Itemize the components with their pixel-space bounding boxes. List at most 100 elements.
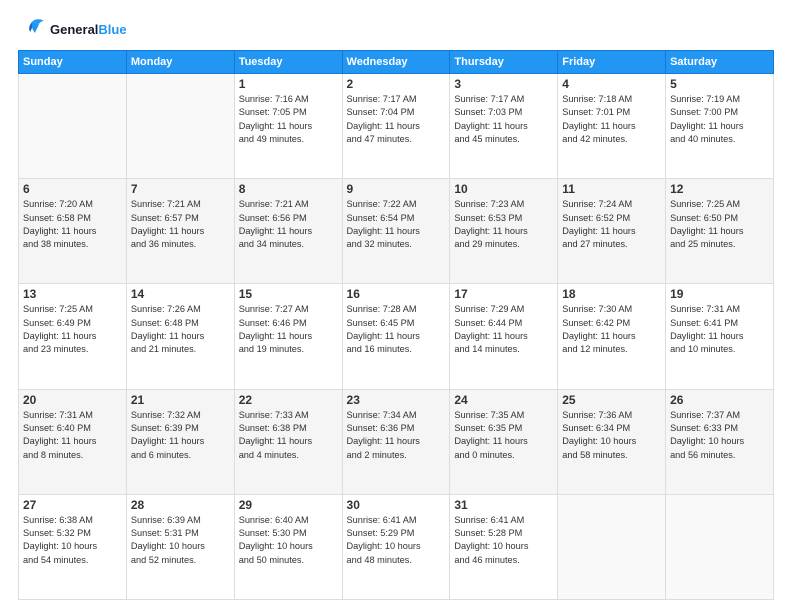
day-info-line: Daylight: 11 hours bbox=[347, 121, 420, 131]
calendar-cell: 16Sunrise: 7:28 AMSunset: 6:45 PMDayligh… bbox=[342, 284, 450, 389]
day-info: Sunrise: 7:32 AMSunset: 6:39 PMDaylight:… bbox=[131, 409, 230, 462]
day-info-line: Daylight: 11 hours bbox=[347, 436, 420, 446]
day-info-line: Daylight: 11 hours bbox=[670, 226, 743, 236]
day-number: 5 bbox=[670, 77, 769, 91]
day-info-line: Daylight: 10 hours bbox=[562, 436, 636, 446]
day-info-line: Daylight: 11 hours bbox=[347, 226, 420, 236]
day-number: 20 bbox=[23, 393, 122, 407]
calendar-cell: 24Sunrise: 7:35 AMSunset: 6:35 PMDayligh… bbox=[450, 389, 558, 494]
day-info-line: Sunrise: 7:25 AM bbox=[23, 304, 93, 314]
day-info: Sunrise: 7:18 AMSunset: 7:01 PMDaylight:… bbox=[562, 93, 661, 146]
day-info-line: and 32 minutes. bbox=[347, 239, 412, 249]
day-number: 18 bbox=[562, 287, 661, 301]
weekday-header: Thursday bbox=[450, 51, 558, 74]
calendar-cell: 9Sunrise: 7:22 AMSunset: 6:54 PMDaylight… bbox=[342, 179, 450, 284]
day-info-line: Sunrise: 7:34 AM bbox=[347, 410, 417, 420]
day-info-line: Sunset: 6:44 PM bbox=[454, 318, 522, 328]
day-info: Sunrise: 7:37 AM Sunset: 6:33 PM Daylight:… bbox=[670, 409, 769, 462]
calendar-cell: 7Sunrise: 7:21 AMSunset: 6:57 PMDaylight… bbox=[126, 179, 234, 284]
day-info-line: and 50 minutes. bbox=[239, 555, 304, 565]
day-info: Sunrise: 7:30 AMSunset: 6:42 PMDaylight:… bbox=[562, 303, 661, 356]
day-info-line: Sunrise: 7:20 AM bbox=[23, 199, 93, 209]
day-info-line: and 42 minutes. bbox=[562, 134, 627, 144]
day-info-line: Daylight: 11 hours bbox=[347, 331, 420, 341]
day-info: Sunrise: 7:35 AMSunset: 6:35 PMDaylight:… bbox=[454, 409, 553, 462]
calendar-week-row: 6Sunrise: 7:20 AMSunset: 6:58 PMDaylight… bbox=[19, 179, 774, 284]
calendar-week-row: 27Sunrise: 6:38 AMSunset: 5:32 PMDayligh… bbox=[19, 494, 774, 599]
day-info-line: Daylight: 11 hours bbox=[131, 226, 204, 236]
day-info-line: and 25 minutes. bbox=[670, 239, 735, 249]
day-info: Sunrise: 7:17 AMSunset: 7:04 PMDaylight:… bbox=[347, 93, 446, 146]
day-info-line: Sunrise: 7:23 AM bbox=[454, 199, 524, 209]
day-info-line: Sunrise: 7:33 AM bbox=[239, 410, 309, 420]
day-info-line: Sunset: 6:42 PM bbox=[562, 318, 630, 328]
day-info-line: Sunset: 6:50 PM bbox=[670, 213, 738, 223]
day-info-line: Sunset: 6:36 PM bbox=[347, 423, 415, 433]
day-info-line: Daylight: 11 hours bbox=[670, 121, 743, 131]
calendar-cell: 10Sunrise: 7:23 AMSunset: 6:53 PMDayligh… bbox=[450, 179, 558, 284]
calendar-cell: 20 Sunrise: 7:31 AMSunset: 6:40 PMDayligh… bbox=[19, 389, 127, 494]
weekday-header: Sunday bbox=[19, 51, 127, 74]
day-info-line: Sunset: 7:03 PM bbox=[454, 107, 522, 117]
day-number: 12 bbox=[670, 182, 769, 196]
day-info-line: and 48 minutes. bbox=[347, 555, 412, 565]
logo-icon bbox=[18, 18, 46, 40]
day-info: Sunrise: 6:38 AMSunset: 5:32 PMDaylight:… bbox=[23, 514, 122, 567]
day-info-line: Sunrise: 7:35 AM bbox=[454, 410, 524, 420]
day-info-line: Sunset: 5:29 PM bbox=[347, 528, 415, 538]
day-info-line: Daylight: 10 hours bbox=[347, 541, 421, 551]
day-info-line: Daylight: 11 hours bbox=[562, 121, 635, 131]
calendar-cell bbox=[558, 494, 666, 599]
day-info-line: Sunrise: 7:24 AM bbox=[562, 199, 632, 209]
day-info-line: and 4 minutes. bbox=[239, 450, 299, 460]
day-info-line: and 16 minutes. bbox=[347, 344, 412, 354]
day-info: Sunrise: 7:16 AMSunset: 7:05 PMDaylight:… bbox=[239, 93, 338, 146]
day-info-line: Sunrise: 7:21 AM bbox=[239, 199, 309, 209]
calendar-cell: 19Sunrise: 7:31 AMSunset: 6:41 PMDayligh… bbox=[666, 284, 774, 389]
calendar-cell: 5Sunrise: 7:19 AMSunset: 7:00 PMDaylight… bbox=[666, 74, 774, 179]
day-number: 6 bbox=[23, 182, 122, 196]
day-info-line: Sunrise: 6:40 AM bbox=[239, 515, 309, 525]
day-info-line: and 45 minutes. bbox=[454, 134, 519, 144]
calendar-cell: 23Sunrise: 7:34 AMSunset: 6:36 PMDayligh… bbox=[342, 389, 450, 494]
day-info-line: Daylight: 11 hours bbox=[131, 436, 204, 446]
day-info: Sunrise: 7:23 AM Sunset: 6:53 PM Daylight:… bbox=[454, 198, 553, 251]
calendar-week-row: 1Sunrise: 7:16 AMSunset: 7:05 PMDaylight… bbox=[19, 74, 774, 179]
day-info-line: and 0 minutes. bbox=[454, 450, 514, 460]
day-info-line: Sunset: 6:33 PM bbox=[670, 423, 738, 433]
calendar-cell: 15Sunrise: 7:27 AMSunset: 6:46 PMDayligh… bbox=[234, 284, 342, 389]
day-number: 29 bbox=[239, 498, 338, 512]
day-info-line: and 27 minutes. bbox=[562, 239, 627, 249]
day-info-line: Sunrise: 6:39 AM bbox=[131, 515, 201, 525]
day-info-line: and 6 minutes. bbox=[131, 450, 191, 460]
day-info-line: Sunset: 5:31 PM bbox=[131, 528, 199, 538]
weekday-header: Wednesday bbox=[342, 51, 450, 74]
day-info-line: and 8 minutes. bbox=[23, 450, 83, 460]
calendar-cell: 26 Sunrise: 7:37 AM Sunset: 6:33 PM Dayligh… bbox=[666, 389, 774, 494]
day-info-line: Daylight: 11 hours bbox=[454, 226, 527, 236]
day-info-line: Daylight: 11 hours bbox=[562, 331, 635, 341]
calendar-cell: 12Sunrise: 7:25 AMSunset: 6:50 PMDayligh… bbox=[666, 179, 774, 284]
day-number: 25 bbox=[562, 393, 661, 407]
day-info-line: and 14 minutes. bbox=[454, 344, 519, 354]
day-info: Sunrise: 6:40 AMSunset: 5:30 PMDaylight:… bbox=[239, 514, 338, 567]
day-info-line: Sunrise: 7:26 AM bbox=[131, 304, 201, 314]
day-info-line: Sunrise: 7:17 AM bbox=[454, 94, 524, 104]
weekday-header-row: SundayMondayTuesdayWednesdayThursdayFrid… bbox=[19, 51, 774, 74]
day-info-line: Sunrise: 6:41 AM bbox=[347, 515, 417, 525]
day-info-line: Sunrise: 6:38 AM bbox=[23, 515, 93, 525]
day-info-line: Sunrise: 7:32 AM bbox=[131, 410, 201, 420]
day-info: Sunrise: 6:41 AMSunset: 5:28 PMDaylight:… bbox=[454, 514, 553, 567]
day-info-line: Daylight: 11 hours bbox=[239, 226, 312, 236]
day-info-line: Daylight: 11 hours bbox=[131, 331, 204, 341]
day-info-line: and 49 minutes. bbox=[239, 134, 304, 144]
day-info-line: Sunrise: 7:37 AM bbox=[670, 410, 740, 420]
day-number: 26 bbox=[670, 393, 769, 407]
day-info-line: Daylight: 10 hours bbox=[670, 436, 744, 446]
calendar-cell: 22Sunrise: 7:33 AMSunset: 6:38 PMDayligh… bbox=[234, 389, 342, 494]
day-info-line: Sunset: 6:34 PM bbox=[562, 423, 630, 433]
day-info-line: Sunrise: 7:19 AM bbox=[670, 94, 740, 104]
day-info: Sunrise: 7:17 AMSunset: 7:03 PMDaylight:… bbox=[454, 93, 553, 146]
day-info-line: Sunset: 6:53 PM bbox=[454, 213, 522, 223]
day-info: Sunrise: 7:31 AMSunset: 6:40 PMDaylight:… bbox=[23, 409, 122, 462]
